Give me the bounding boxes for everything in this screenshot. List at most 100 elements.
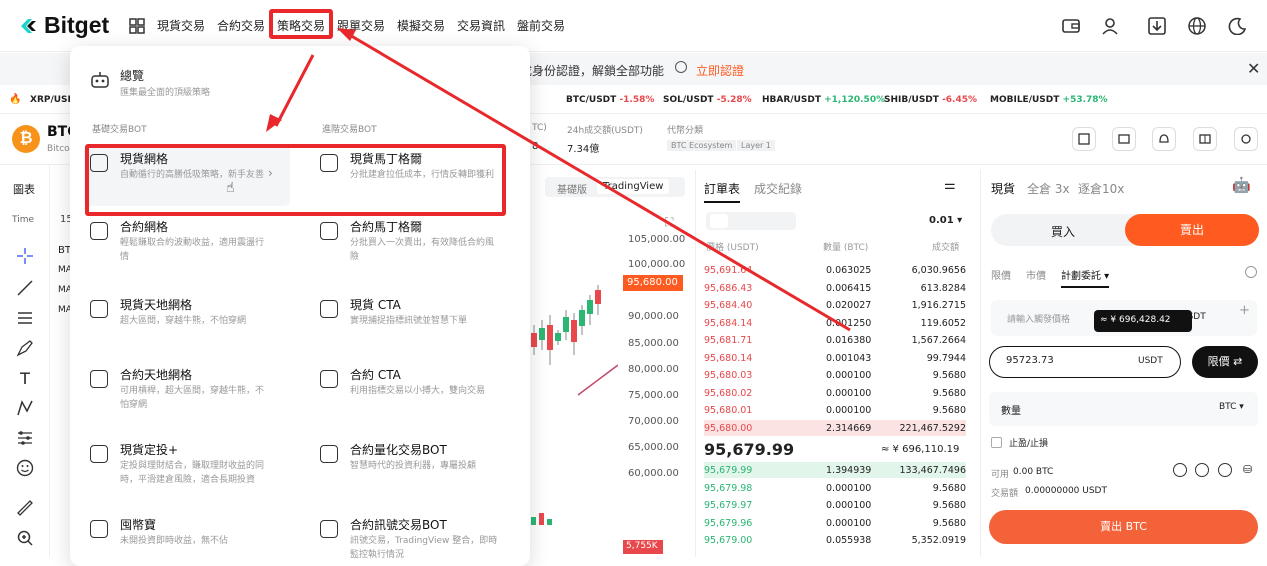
close-icon[interactable]: ✕: [1247, 59, 1260, 78]
menu-item-title: 合約 CTA: [350, 368, 401, 382]
ask-row[interactable]: 95,680.03 0.000100 9.5680: [704, 367, 966, 383]
ask-row[interactable]: 95,684.14 0.001250 119.6052: [704, 315, 966, 331]
price-value: 95723.73: [1006, 355, 1054, 366]
robot-icon[interactable]: 🤖: [1232, 176, 1251, 194]
info-icon: [675, 61, 687, 73]
chart-mode-switch: 基礎版 TradingView: [545, 177, 685, 197]
ticker-item[interactable]: MOBILE/USDT +53.78%: [990, 95, 1108, 105]
lines-icon[interactable]: [14, 307, 36, 329]
ticker-item[interactable]: SOL/USDT -5.28%: [663, 95, 752, 105]
fullscreen-icon[interactable]: ⛶: [665, 215, 673, 230]
ticker-item[interactable]: BTC/USDT -1.58%: [566, 95, 654, 105]
download-circle-icon[interactable]: [1218, 463, 1232, 477]
settings-icon[interactable]: [1234, 127, 1258, 151]
ask-row[interactable]: 95,681.71 0.016380 1,567.2664: [704, 332, 966, 348]
wallet-icon[interactable]: [1060, 15, 1082, 37]
y-axis-label: 80,000.00: [628, 364, 679, 375]
ticker-item[interactable]: SHIB/USDT -6.45%: [884, 95, 977, 105]
menu-item-desc: 可用槓桿，超大區間，穿越牛熊，不怕穿網: [120, 386, 265, 410]
bid-row[interactable]: 95,679.99 1.394939 133,467.7496: [704, 462, 966, 478]
book-icon[interactable]: [1193, 127, 1217, 151]
user-icon[interactable]: [1099, 15, 1121, 37]
price-cell: 95,679.96: [704, 517, 753, 529]
overview-title[interactable]: 總覽: [120, 67, 144, 84]
ask-row[interactable]: 95,680.01 0.000100 9.5680: [704, 402, 966, 418]
ask-row[interactable]: 95,686.43 0.006415 613.8284: [704, 280, 966, 296]
apps-grid-icon[interactable]: [126, 15, 148, 37]
info-icon[interactable]: [1245, 266, 1257, 278]
note-icon[interactable]: [1072, 127, 1096, 151]
bid-row[interactable]: 95,679.98 0.000100 9.5680: [704, 480, 966, 496]
price-input[interactable]: 95723.73 USDT: [989, 346, 1181, 378]
menu-item-title: 現貨定投+: [120, 443, 179, 457]
type-market[interactable]: 市價: [1026, 267, 1046, 282]
sliders-icon[interactable]: [14, 427, 36, 449]
download-icon[interactable]: [1146, 15, 1168, 37]
deposit-icon[interactable]: [1173, 463, 1187, 477]
menu-item-desc: 定投與理財結合，賺取理財收益的同時，平滑建倉風險，適合長期投資: [120, 461, 265, 485]
nav-copy[interactable]: 跟單交易: [337, 17, 385, 34]
brand-logo[interactable]: Bitget: [18, 12, 109, 39]
depth-view-toggle[interactable]: [706, 212, 796, 230]
quantity-input[interactable]: 數量 BTC ▾: [989, 392, 1258, 426]
nav-premarket[interactable]: 盤前交易: [517, 17, 565, 34]
sell-btc-button[interactable]: 賣出 BTC: [989, 510, 1258, 544]
mode-tradingview[interactable]: TradingView: [597, 179, 670, 194]
nav-futures[interactable]: 合約交易: [217, 17, 265, 34]
bid-row[interactable]: 95,679.96 0.000100 9.5680: [704, 515, 966, 531]
ticker-item[interactable]: HBAR/USDT +1,120.50%: [762, 95, 885, 105]
type-limit[interactable]: 限價: [991, 267, 1011, 282]
limit-price-button[interactable]: 限價 ⇄: [1192, 346, 1258, 378]
ruler-icon[interactable]: [14, 497, 36, 519]
ask-row[interactable]: 95,680.14 0.001043 99.7944: [704, 350, 966, 366]
zoom-icon[interactable]: [14, 527, 36, 549]
volume-marker: 5,755K: [623, 540, 663, 554]
precision-select[interactable]: 0.01 ▾: [929, 215, 962, 226]
qty-unit[interactable]: BTC ▾: [1219, 402, 1244, 412]
bid-row[interactable]: 95,679.97 0.000100 9.5680: [704, 497, 966, 513]
crosshair-icon[interactable]: [14, 245, 36, 267]
tab-isolated[interactable]: 逐倉10x: [1078, 180, 1124, 197]
y-axis-label: 100,000.00: [628, 259, 686, 270]
bid-row[interactable]: 95,679.00 0.055938 5,352.0919: [704, 532, 966, 548]
type-plan[interactable]: 計劃委託 ▾: [1061, 267, 1110, 288]
col-header: 成交額: [932, 243, 960, 253]
tab-cross[interactable]: 全倉 3x: [1027, 180, 1070, 197]
coins-icon[interactable]: ⛁: [1243, 463, 1252, 476]
bitget-logo-icon: [21, 18, 36, 33]
ask-row[interactable]: 95,680.00 2.314669 221,467.5292: [704, 419, 966, 436]
pen-icon[interactable]: [14, 337, 36, 359]
emoji-icon[interactable]: [14, 457, 36, 479]
tag-chip[interactable]: Layer 1: [737, 140, 775, 151]
buy-tab[interactable]: 買入: [1051, 223, 1075, 240]
tab-trades[interactable]: 成交紀錄: [754, 180, 802, 197]
nav-demo[interactable]: 模擬交易: [397, 17, 445, 34]
ask-row[interactable]: 95,691.64 0.063025 6,030.9656: [704, 262, 966, 278]
tab-chart[interactable]: 圖表: [13, 181, 35, 197]
transfer-icon[interactable]: [1195, 463, 1209, 477]
sell-tab[interactable]: 賣出: [1125, 214, 1259, 246]
verify-link[interactable]: 立即認證: [696, 62, 744, 79]
globe-icon[interactable]: [1186, 15, 1208, 37]
ask-row[interactable]: 95,684.40 0.020027 1,916.2715: [704, 297, 966, 313]
stepper-icon[interactable]: +: [1239, 303, 1250, 318]
bell-icon[interactable]: [1152, 127, 1176, 151]
price-cell: 95,679.99: [704, 465, 753, 476]
trendline-icon[interactable]: [14, 277, 36, 299]
tag-chip[interactable]: BTC Ecosystem: [667, 140, 737, 151]
tpsl-checkbox[interactable]: [991, 437, 1002, 448]
text-icon[interactable]: T: [14, 367, 36, 389]
nav-spot[interactable]: 現貨交易: [157, 17, 205, 34]
mode-basic[interactable]: 基礎版: [557, 181, 587, 196]
moon-icon[interactable]: [1226, 15, 1248, 37]
pattern-icon[interactable]: [14, 397, 36, 419]
layout-icon[interactable]: [1112, 127, 1136, 151]
tab-spot[interactable]: 現貨: [991, 180, 1015, 197]
price-cell: 95,680.01: [704, 405, 753, 416]
settings-sliders-icon[interactable]: ⚌: [944, 178, 956, 193]
nav-info[interactable]: 交易資訊: [457, 17, 505, 34]
y-axis-label: 60,000.00: [628, 468, 679, 479]
tab-orderbook[interactable]: 訂單表: [704, 180, 741, 203]
ticker-item[interactable]: XRP/USD: [30, 95, 75, 105]
ask-row[interactable]: 95,680.02 0.000100 9.5680: [704, 385, 966, 401]
